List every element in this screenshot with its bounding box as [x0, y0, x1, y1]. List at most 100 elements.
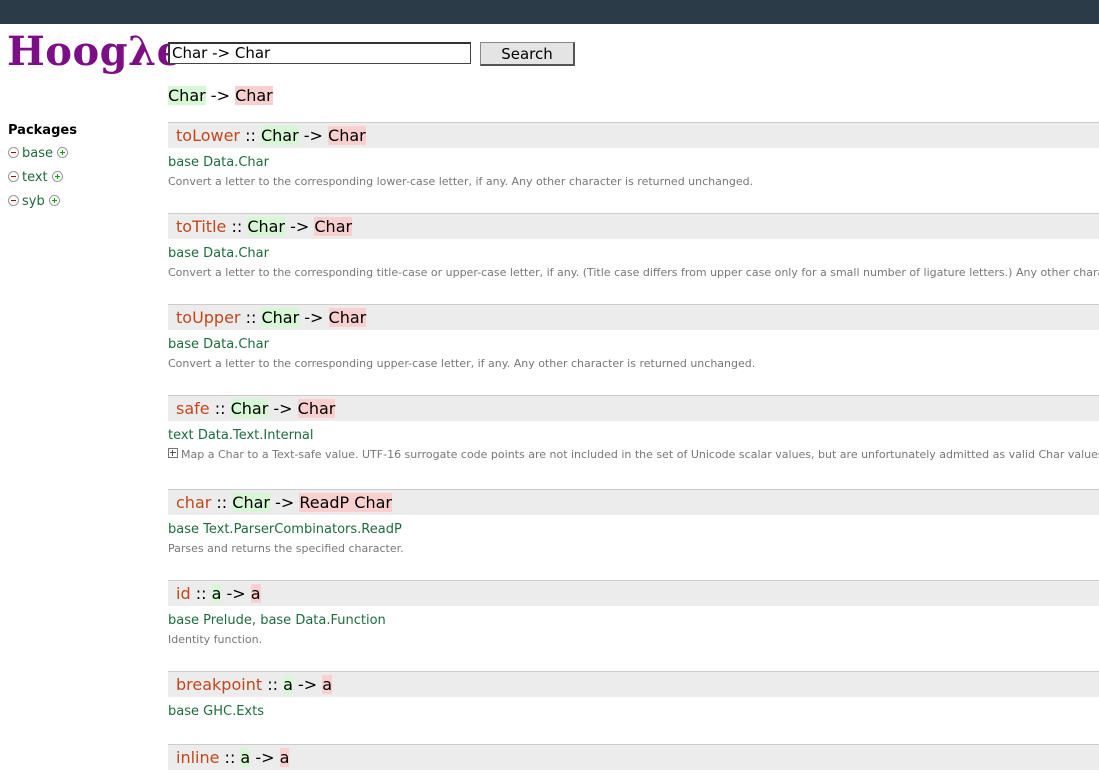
- function-name-link[interactable]: safe: [176, 399, 210, 418]
- function-name-link[interactable]: toTitle: [176, 217, 226, 236]
- package-item-base: base: [8, 147, 77, 171]
- function-name-link[interactable]: inline: [176, 748, 219, 767]
- type-separator: ::: [240, 308, 262, 327]
- arg-type: Char: [260, 126, 299, 145]
- result-type: ReadP Char: [299, 493, 392, 512]
- result-type: a: [279, 748, 290, 767]
- result-modules: base GHC.Exts: [168, 704, 1099, 720]
- result-signature: inline :: a -> a: [168, 744, 1099, 770]
- result-description: Convert a letter to the corresponding ti…: [168, 266, 1099, 279]
- arg-type: Char: [261, 308, 300, 327]
- type-arrow: ->: [298, 126, 329, 145]
- package-name[interactable]: syb: [22, 194, 45, 209]
- module-link[interactable]: Data.Text.Internal: [198, 428, 314, 443]
- package-link[interactable]: base: [168, 522, 199, 537]
- function-name-link[interactable]: toUpper: [176, 308, 241, 327]
- result-signature: toLower :: Char -> Char: [168, 122, 1099, 148]
- include-package-icon[interactable]: [51, 171, 63, 182]
- result-signature: breakpoint :: a -> a: [168, 671, 1099, 697]
- type-separator: ::: [240, 126, 261, 145]
- packages-sidebar: Packages base text syb: [8, 123, 77, 219]
- module-link[interactable]: GHC.Exts: [203, 704, 264, 719]
- result-description: Identity function.: [168, 633, 263, 646]
- result-type: Char: [328, 126, 366, 145]
- exclude-package-icon[interactable]: [8, 147, 19, 158]
- module-link[interactable]: Text.ParserCombinators.ReadP: [203, 522, 402, 537]
- result-modules: text Data.Text.Internal: [168, 428, 1099, 444]
- type-separator: ::: [190, 584, 212, 603]
- result-signature: char :: Char -> ReadP Char: [168, 489, 1099, 515]
- package-link[interactable]: base: [168, 246, 199, 261]
- type-arrow: ->: [299, 308, 329, 327]
- include-package-icon[interactable]: [48, 195, 60, 206]
- arg-type: a: [283, 675, 293, 694]
- module-link[interactable]: Data.Char: [203, 337, 269, 352]
- search-input[interactable]: [168, 42, 471, 64]
- exclude-package-icon[interactable]: [8, 195, 19, 206]
- arg-type: a: [240, 748, 251, 767]
- type-separator: ::: [209, 399, 231, 418]
- result-description: Map a Char to a Text-safe value. UTF-16 …: [168, 448, 1099, 462]
- result-item: toLower :: Char -> Char base Data.Char C…: [168, 122, 1099, 213]
- result-type: a: [322, 675, 333, 694]
- result-signature: id :: a -> a: [168, 580, 1099, 606]
- result-type: Char: [328, 308, 367, 327]
- result-type: Char: [297, 399, 336, 418]
- package-item-syb: syb: [8, 195, 77, 219]
- result-modules: base Data.Char: [168, 337, 1099, 353]
- function-name-link[interactable]: breakpoint: [176, 675, 262, 694]
- hoogle-logo[interactable]: Hoogλe: [7, 26, 183, 78]
- results-list: toLower :: Char -> Char base Data.Char C…: [168, 122, 1099, 774]
- package-link[interactable]: base: [168, 337, 199, 352]
- package-item-text: text: [8, 171, 77, 195]
- package-link[interactable]: base: [168, 704, 199, 719]
- package-link[interactable]: base: [168, 613, 199, 628]
- query-result-type: Char: [235, 86, 273, 105]
- result-description: Convert a letter to the corresponding up…: [168, 357, 756, 370]
- result-item: inline :: a -> a: [168, 744, 1099, 774]
- type-arrow: ->: [221, 584, 251, 603]
- type-separator: ::: [226, 217, 248, 236]
- type-arrow: ->: [269, 493, 300, 512]
- arg-type: Char: [247, 217, 286, 236]
- module-link[interactable]: Data.Char: [203, 246, 269, 261]
- function-name-link[interactable]: char: [176, 493, 211, 512]
- type-separator: ::: [211, 493, 233, 512]
- search-button[interactable]: Search: [480, 42, 575, 66]
- result-item: char :: Char -> ReadP Char base Text.Par…: [168, 489, 1099, 580]
- include-package-icon[interactable]: [57, 147, 68, 158]
- type-arrow: ->: [292, 675, 323, 694]
- type-arrow: ->: [285, 217, 315, 236]
- query-arg-type: Char: [168, 86, 206, 105]
- result-description: Parses and returns the specified charact…: [168, 542, 404, 555]
- result-signature: toTitle :: Char -> Char: [168, 213, 1099, 239]
- type-arrow: ->: [268, 399, 298, 418]
- result-modules: base Prelude, base Data.Function: [168, 613, 386, 628]
- package-name[interactable]: text: [22, 170, 48, 185]
- module-link[interactable]: Data.Char: [203, 155, 269, 170]
- package-link[interactable]: text: [168, 428, 194, 443]
- result-signature: safe :: Char -> Char: [168, 395, 1099, 421]
- top-bar: [0, 0, 1099, 24]
- package-link[interactable]: base: [260, 613, 291, 628]
- result-item: breakpoint :: a -> a base GHC.Exts: [168, 671, 1099, 744]
- function-name-link[interactable]: toLower: [176, 126, 240, 145]
- result-item: id :: a -> a base Prelude, base Data.Fun…: [168, 580, 1099, 671]
- type-arrow: ->: [250, 748, 280, 767]
- query-echo: Char -> Char: [168, 86, 273, 106]
- arg-type: Char: [230, 399, 269, 418]
- module-link[interactable]: Data.Function: [295, 613, 385, 628]
- module-link[interactable]: Prelude: [203, 613, 252, 628]
- expand-icon[interactable]: [168, 448, 178, 458]
- result-type: Char: [314, 217, 353, 236]
- result-item: toUpper :: Char -> Char base Data.Char C…: [168, 304, 1099, 395]
- exclude-package-icon[interactable]: [8, 171, 19, 182]
- result-item: toTitle :: Char -> Char base Data.Char C…: [168, 213, 1099, 304]
- result-item: safe :: Char -> Char text Data.Text.Inte…: [168, 395, 1099, 489]
- package-link[interactable]: base: [168, 155, 199, 170]
- query-arrow: ->: [205, 86, 236, 105]
- function-name-link[interactable]: id: [176, 584, 191, 603]
- package-name[interactable]: base: [22, 146, 53, 161]
- type-separator: ::: [219, 748, 241, 767]
- result-modules: base Data.Char: [168, 246, 1099, 262]
